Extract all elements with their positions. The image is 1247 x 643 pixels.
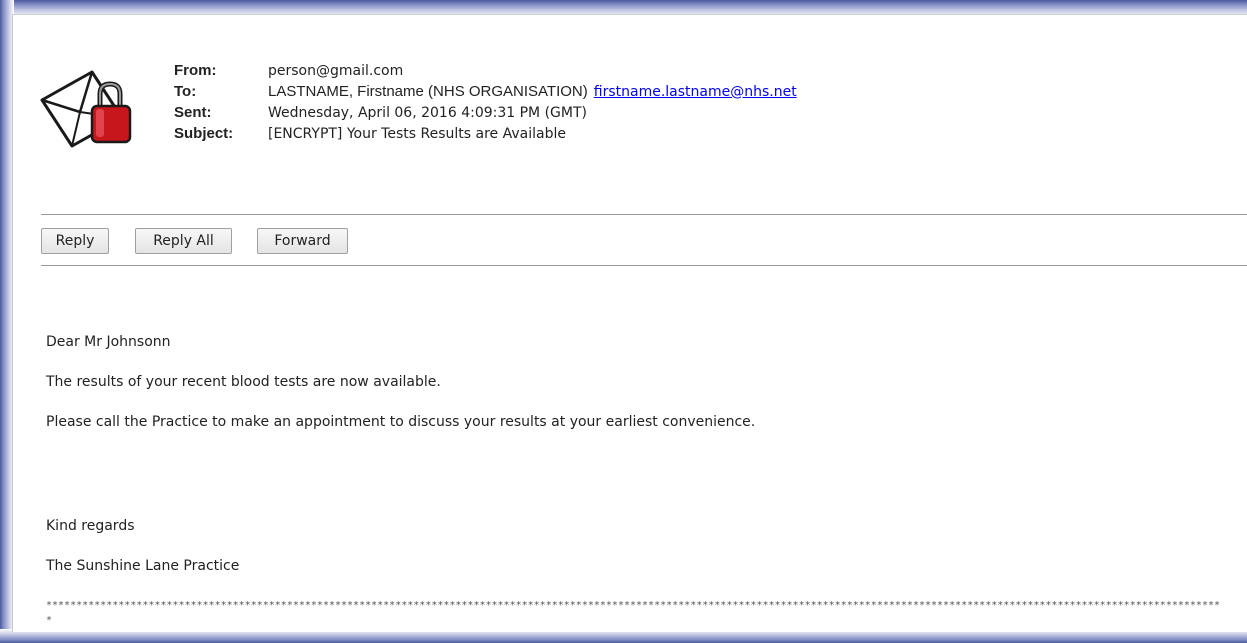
email-window: From: person@gmail.com To: LASTNAME, Fir… (0, 0, 1247, 643)
reply-all-button[interactable]: Reply All (135, 228, 232, 254)
sent-row: Sent: Wednesday, April 06, 2016 4:09:31 … (174, 102, 797, 123)
to-label: To: (174, 83, 197, 100)
body-line-2: Please call the Practice to make an appo… (46, 414, 756, 430)
body-signature: The Sunshine Lane Practice (46, 558, 240, 574)
from-row: From: person@gmail.com (174, 60, 797, 81)
from-value: person@gmail.com (268, 62, 404, 79)
subject-row: Subject: [ENCRYPT] Your Tests Results ar… (174, 123, 797, 144)
subject-value: [ENCRYPT] Your Tests Results are Availab… (268, 125, 566, 142)
body-separator: ****************************************… (46, 600, 1220, 626)
to-value: LASTNAME, Firstname (NHS ORGANISATION) (268, 83, 588, 100)
forward-button[interactable]: Forward (257, 228, 348, 254)
body-greeting: Dear Mr Johnsonn (46, 334, 171, 350)
body-line-1: The results of your recent blood tests a… (46, 374, 441, 390)
body-closing: Kind regards (46, 518, 135, 534)
reply-button[interactable]: Reply (41, 228, 109, 254)
toolbar-divider-bottom (41, 265, 1247, 266)
to-row: To: LASTNAME, Firstname (NHS ORGANISATIO… (174, 81, 797, 102)
email-header: From: person@gmail.com To: LASTNAME, Fir… (174, 60, 797, 144)
encrypted-envelope-icon (40, 70, 132, 148)
from-label: From: (174, 62, 217, 79)
sent-label: Sent: (174, 104, 212, 121)
toolbar-divider-top (41, 214, 1247, 215)
to-email-link[interactable]: firstname.lastname@nhs.net (594, 84, 797, 100)
subject-label: Subject: (174, 125, 234, 142)
sent-value: Wednesday, April 06, 2016 4:09:31 PM (GM… (268, 104, 587, 121)
